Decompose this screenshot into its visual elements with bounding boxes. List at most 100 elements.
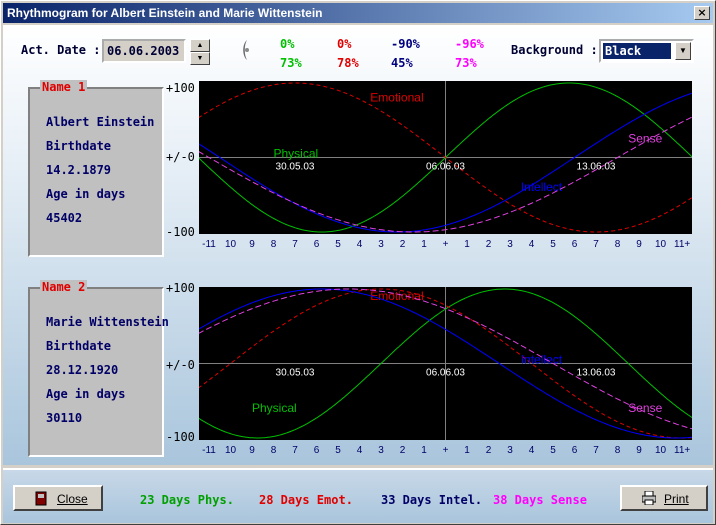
emot-pct-2: 78%: [337, 56, 359, 70]
x-tick-label: 11+: [674, 445, 691, 456]
x-tick-label: 5: [335, 445, 341, 456]
chart2-ytick-bottom: -100: [166, 430, 195, 444]
x-tick-label: 6: [571, 239, 578, 250]
x-tick-label: +: [442, 445, 449, 456]
chart1-x-axis: -11 10 9 8 7 6 5 4 3 2 1 +1 2 3 4 5 6 7 8 9 10 11+: [199, 239, 692, 253]
chart1-ytick-bottom: -100: [166, 225, 195, 239]
x-tick-label: 11+: [674, 239, 691, 250]
series-emotional-label: Emotional: [370, 289, 423, 303]
date-label: 30.05.03: [276, 368, 315, 379]
chart1-ytick-top: +100: [166, 81, 195, 95]
x-tick-label: 4: [356, 239, 363, 250]
birthdate-value-1: 14.2.1879: [46, 163, 112, 177]
x-tick-label: 6: [313, 239, 320, 250]
chart-person-2: Physical Emotional Intellect Sense 30.05.03 0…: [199, 287, 692, 440]
date-label: 06.06.03: [426, 368, 465, 379]
name-box-2: Name 2 Marie Wittenstein Birthdate 28.12…: [28, 280, 169, 457]
background-select-value: Black: [603, 43, 671, 59]
close-button-label: Close: [57, 492, 88, 506]
x-tick-label: 7: [292, 239, 298, 250]
window-close-icon[interactable]: ×: [694, 6, 710, 20]
x-tick-label: 1: [464, 239, 470, 250]
spin-up-icon[interactable]: ▲: [190, 39, 210, 52]
chart1-ytick-mid: +/-0: [166, 150, 195, 164]
x-tick-label: 5: [550, 239, 556, 250]
x-tick-label: 9: [636, 239, 642, 250]
x-tick-label: 3: [378, 239, 384, 250]
x-tick-label: 10: [224, 239, 237, 250]
date-label: 13.06.03: [577, 162, 616, 173]
date-label: 13.06.03: [577, 368, 616, 379]
x-tick-label: 3: [507, 445, 513, 456]
x-tick-label: 1: [421, 239, 427, 250]
x-tick-label: 2: [485, 239, 492, 250]
door-icon: [35, 491, 47, 506]
x-tick-label: 4: [528, 445, 535, 456]
x-tick-label: 7: [593, 445, 599, 456]
series-sense-label: Sense: [628, 132, 662, 146]
series-intellect-label: Intellect: [521, 180, 563, 194]
sense-pct-1: -96%: [455, 37, 484, 51]
date-label: 06.06.03: [426, 162, 465, 173]
x-tick-label: 8: [270, 239, 277, 250]
series-emotional-label: Emotional: [370, 91, 423, 105]
x-tick-label: 6: [313, 445, 320, 456]
date-spinner[interactable]: ▲ ▼: [190, 39, 210, 65]
sense-pct-2: 73%: [455, 56, 477, 70]
x-tick-label: 7: [292, 445, 298, 456]
name-legend-1: Name 1: [40, 80, 88, 94]
cycle-sense: 38 Days Sense: [493, 493, 587, 507]
x-tick-label: 8: [614, 239, 621, 250]
age-label-2: Age in days: [46, 387, 126, 401]
printer-icon: [642, 491, 656, 505]
x-tick-label: 5: [550, 445, 556, 456]
x-tick-label: 4: [528, 239, 535, 250]
x-tick-label: 8: [614, 445, 621, 456]
birthdate-value-2: 28.12.1920: [46, 363, 119, 377]
chart2-ytick-top: +100: [166, 281, 195, 295]
x-tick-label: 9: [249, 239, 255, 250]
moon-phase-icon: [243, 40, 249, 60]
cycle-emotional: 28 Days Emot.: [259, 493, 353, 507]
act-date-label: Act. Date :: [21, 43, 101, 57]
close-button[interactable]: Close: [13, 485, 103, 511]
person-name-1: Albert Einstein: [46, 115, 155, 129]
person-name-2: Marie Wittenstein: [46, 315, 169, 329]
main-window: Rhythmogram for Albert Einstein and Mari…: [0, 0, 716, 525]
x-tick-label: 1: [464, 445, 470, 456]
x-tick-label: 2: [485, 445, 492, 456]
age-value-2: 30110: [46, 411, 83, 425]
title-bar: Rhythmogram for Albert Einstein and Mari…: [3, 3, 713, 23]
dropdown-arrow-icon[interactable]: ▼: [675, 42, 691, 60]
x-tick-label: 2: [399, 239, 406, 250]
phys-pct-1: 0%: [280, 37, 295, 51]
spin-down-icon[interactable]: ▼: [190, 52, 210, 65]
x-tick-label: -11: [202, 445, 216, 456]
series-physical-label: Physical: [274, 147, 319, 161]
series-sense-label: Sense: [628, 401, 662, 415]
window-title: Rhythmogram for Albert Einstein and Mari…: [7, 6, 323, 20]
chart2-x-axis: -11 10 9 8 7 6 5 4 3 2 1 +1 2 3 4 5 6 7 8 9 10 11+: [199, 445, 692, 459]
birthdate-label-1: Birthdate: [46, 139, 112, 153]
x-tick-label: 10: [654, 445, 667, 456]
emot-pct-1: 0%: [337, 37, 352, 51]
cycle-intellectual: 33 Days Intel.: [381, 493, 483, 507]
chart2-ytick-mid: +/-0: [166, 358, 195, 372]
act-date-input[interactable]: 06.06.2003: [102, 39, 186, 63]
x-tick-label: 9: [636, 445, 642, 456]
print-button[interactable]: Print: [620, 485, 708, 511]
client-area: Act. Date : 06.06.2003 ▲ ▼ 0% 0% -90% -9…: [3, 25, 713, 465]
name-legend-2: Name 2: [40, 280, 88, 294]
intel-pct-2: 45%: [391, 56, 413, 70]
x-tick-label: 4: [356, 445, 363, 456]
series-intellect-label: Intellect: [521, 353, 563, 367]
intel-pct-1: -90%: [391, 37, 420, 51]
x-tick-label: 9: [249, 445, 255, 456]
cycle-physical: 23 Days Phys.: [140, 493, 234, 507]
x-tick-label: 3: [507, 239, 513, 250]
x-tick-label: 7: [593, 239, 599, 250]
background-select[interactable]: Black ▼: [599, 39, 694, 63]
x-tick-label: +: [442, 239, 449, 250]
phys-pct-2: 73%: [280, 56, 302, 70]
date-label: 30.05.03: [276, 162, 315, 173]
